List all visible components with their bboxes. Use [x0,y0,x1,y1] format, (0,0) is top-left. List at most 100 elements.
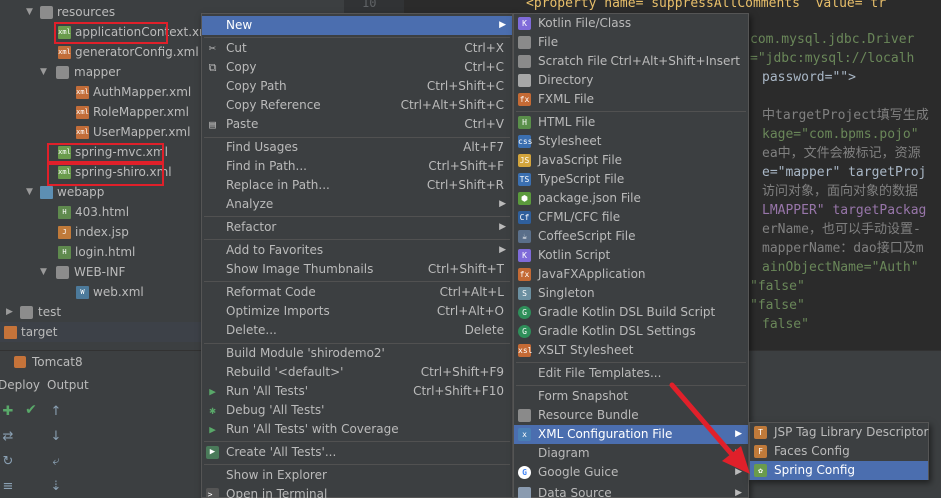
new-item-fxml-file[interactable]: fx FXML File [514,90,748,109]
menu-item-replace-in-path[interactable]: Replace in Path... Ctrl+Shift+R [202,176,512,195]
xml-item-jsp-tld[interactable]: T JSP Tag Library Descriptor [750,423,928,442]
new-item-diagram[interactable]: Diagram ▶ [514,444,748,463]
menu-item-open-in-terminal[interactable]: >_ Open in Terminal [202,485,512,498]
stop-icon[interactable]: ≡ [0,479,16,495]
menu-item-run-with-coverage[interactable]: ▶ Run 'All Tests' with Coverage [202,420,512,439]
menu-item-optimize-imports[interactable]: Optimize Imports Ctrl+Alt+O [202,302,512,321]
scroll-up-icon[interactable]: ↑ [48,404,64,420]
menu-item-label: Singleton [538,286,595,300]
menu-item-cut[interactable]: ✂ Cut Ctrl+X [202,39,512,58]
menu-item-label: Copy Reference [226,98,321,112]
coverage-icon: ▶ [209,423,216,436]
create-test-icon: ▶ [206,446,219,459]
context-menu: New ▶ ✂ Cut Ctrl+X ⧉ Copy Ctrl+C Copy Pa… [201,13,513,498]
xml-item-faces-config[interactable]: F Faces Config [750,442,928,461]
menu-item-add-to-favorites[interactable]: Add to Favorites ▶ [202,241,512,260]
new-item-google-guice[interactable]: G Google Guice ▶ [514,463,748,482]
tomcat-icon [14,356,26,368]
new-item-cfml-file[interactable]: Cf CFML/CFC file [514,208,748,227]
new-item-package-json[interactable]: ⬢ package.json File [514,189,748,208]
menu-item-show-in-explorer[interactable]: Show in Explorer [202,466,512,485]
new-item-gradle-settings[interactable]: G Gradle Kotlin DSL Settings [514,322,748,341]
new-item-scratch-file[interactable]: Scratch File Ctrl+Alt+Shift+Insert [514,52,748,71]
new-item-file[interactable]: File [514,33,748,52]
menu-shortcut: Ctrl+Alt+L [439,285,504,299]
menu-item-paste[interactable]: ▤ Paste Ctrl+V [202,115,512,134]
new-submenu: K Kotlin File/Class File Scratch File Ct… [513,13,749,498]
code-line: "false" [750,298,805,313]
menu-item-debug-all-tests[interactable]: ✱ Debug 'All Tests' [202,401,512,420]
menu-item-build-module[interactable]: Build Module 'shirodemo2' [202,344,512,363]
new-item-coffeescript[interactable]: ☕ CoffeeScript File [514,227,748,246]
menu-item-label: JSP Tag Library Descriptor [774,425,929,439]
new-item-form-snapshot[interactable]: Form Snapshot [514,387,748,406]
expand-arrow-icon[interactable]: ▼ [26,2,36,22]
menu-item-delete[interactable]: Delete... Delete [202,321,512,340]
new-item-directory[interactable]: Directory [514,71,748,90]
new-item-gradle-build-script[interactable]: G Gradle Kotlin DSL Build Script [514,303,748,322]
new-item-edit-file-templates[interactable]: Edit File Templates... [514,364,748,383]
menu-item-label: CFML/CFC file [538,210,621,224]
annotation-box [54,22,168,44]
folder-icon [40,6,53,19]
file-icon [518,36,531,49]
tree-item-label: index.jsp [75,225,129,239]
new-item-kotlin-file[interactable]: K Kotlin File/Class [514,14,748,33]
menu-item-label: JavaScript File [538,153,623,167]
new-item-kotlin-script[interactable]: K Kotlin Script [514,246,748,265]
menu-separator [516,111,746,112]
new-item-xslt-stylesheet[interactable]: xsl XSLT Stylesheet [514,341,748,360]
new-item-stylesheet[interactable]: css Stylesheet [514,132,748,151]
xml-item-spring-config[interactable]: ✿ Spring Config [750,461,928,480]
scroll-to-end-icon[interactable]: ⇣ [48,479,64,495]
menu-item-refactor[interactable]: Refactor ▶ [202,218,512,237]
singleton-icon: S [518,287,531,300]
menu-item-label: Debug 'All Tests' [226,403,325,417]
menu-item-label: Diagram [538,446,590,460]
menu-shortcut: Ctrl+Shift+R [426,178,504,192]
soft-wrap-icon[interactable]: ⤶ [48,454,64,470]
xml-file-icon: xml [76,126,89,139]
menu-item-label: Cut [226,41,247,55]
tab-output[interactable]: Output [47,375,89,395]
menu-item-create-all-tests[interactable]: ▶ Create 'All Tests'... [202,443,512,462]
new-item-javascript-file[interactable]: JS JavaScript File [514,151,748,170]
submenu-arrow-icon: ▶ [499,245,506,255]
new-item-html-file[interactable]: H HTML File [514,113,748,132]
code-line: LMAPPER" targetPackag [762,203,927,218]
new-item-resource-bundle[interactable]: Resource Bundle [514,406,748,425]
expand-arrow-icon[interactable]: ▼ [40,62,50,82]
menu-item-show-thumbnails[interactable]: Show Image Thumbnails Ctrl+Shift+T [202,260,512,279]
rerun-icon[interactable]: ↻ [0,454,16,470]
new-item-javafx-app[interactable]: fx JavaFXApplication [514,265,748,284]
menu-item-run-all-tests[interactable]: ▶ Run 'All Tests' Ctrl+Shift+F10 [202,382,512,401]
gradle-settings-icon: G [518,325,531,338]
code-line: <property name= suppressAllComments valu… [526,0,887,11]
redeploy-icon[interactable]: ⇄ [0,429,16,445]
menu-item-copy[interactable]: ⧉ Copy Ctrl+C [202,58,512,77]
new-item-data-source[interactable]: Data Source ▶ [514,484,748,498]
expand-arrow-icon[interactable]: ▼ [40,262,50,282]
menu-item-find-in-path[interactable]: Find in Path... Ctrl+Shift+F [202,157,512,176]
menu-item-copy-path[interactable]: Copy Path Ctrl+Shift+C [202,77,512,96]
menu-item-copy-reference[interactable]: Copy Reference Ctrl+Alt+Shift+C [202,96,512,115]
menu-item-find-usages[interactable]: Find Usages Alt+F7 [202,138,512,157]
menu-item-reformat-code[interactable]: Reformat Code Ctrl+Alt+L [202,283,512,302]
menu-item-label: Run 'All Tests' with Coverage [226,422,399,436]
scroll-down-icon[interactable]: ↓ [48,429,64,445]
menu-item-analyze[interactable]: Analyze ▶ [202,195,512,214]
run-icon: ▶ [209,385,216,398]
tab-deploy[interactable]: Deploy [0,375,40,395]
submenu-arrow-icon: ▶ [499,222,506,232]
menu-item-rebuild[interactable]: Rebuild '<default>' Ctrl+Shift+F9 [202,363,512,382]
menu-item-new[interactable]: New ▶ [202,16,512,35]
menu-shortcut: Ctrl+Alt+Shift+Insert [610,54,740,68]
new-item-singleton[interactable]: S Singleton [514,284,748,303]
new-item-typescript-file[interactable]: TS TypeScript File [514,170,748,189]
run-config-label[interactable]: Tomcat8 [32,351,83,373]
xml-file-icon: xml [76,106,89,119]
deploy-icon[interactable]: ✚ [0,404,16,420]
expand-arrow-icon[interactable]: ▼ [26,182,36,202]
collapse-arrow-icon[interactable]: ▶ [6,302,16,322]
new-item-xml-configuration-file[interactable]: x XML Configuration File ▶ [514,425,748,444]
